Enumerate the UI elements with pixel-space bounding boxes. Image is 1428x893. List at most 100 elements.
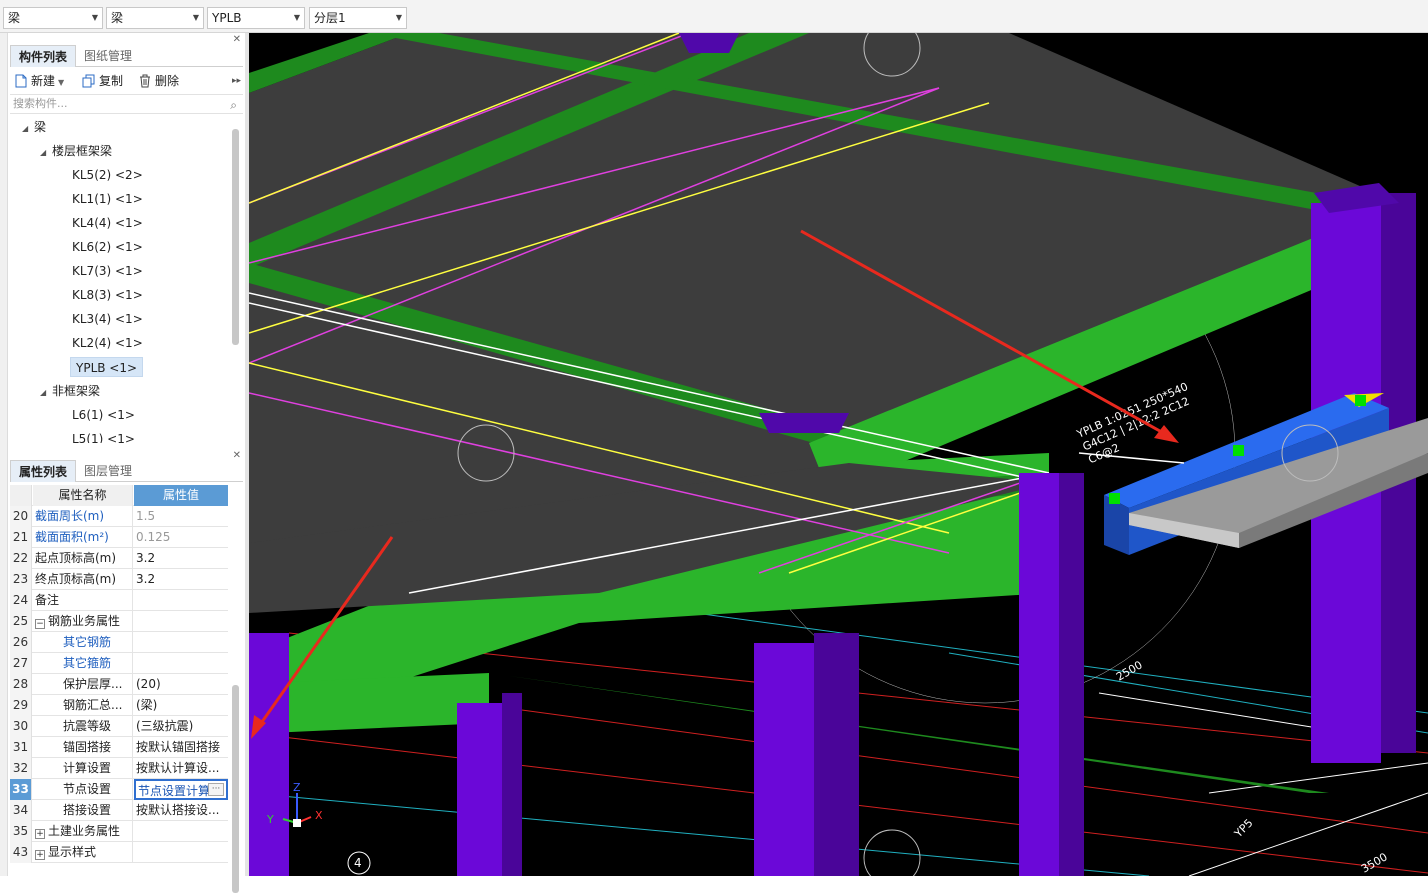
tab-component-list[interactable]: 构件列表 [10,45,77,67]
collapse-arrow-icon: ◢ [40,388,47,397]
row-number: 32 [10,758,32,779]
table-row[interactable]: 21 截面面积(m²) 0.125 [10,527,228,548]
3d-viewport[interactable]: YPLB 1:0251 250*540 G4C12 | 2|12:2 2C12 … [249,33,1428,876]
property-value [134,842,228,863]
delete-button[interactable]: 删除 [138,72,179,90]
table-row[interactable]: 32 计算设置 按默认计算设... [10,758,228,779]
close-icon[interactable]: ✕ [233,34,241,45]
copy-button[interactable]: 复制 [82,72,123,90]
table-row-selected[interactable]: 33 节点设置 节点设置计算 ··· [10,779,228,800]
expand-box-icon[interactable]: + [35,829,45,839]
tree-item[interactable]: KL1(1) <1> [72,189,143,209]
tree-item[interactable]: KL6(2) <1> [72,237,143,257]
table-row[interactable]: 29 钢筋汇总... (梁) [10,695,228,716]
row-number: 24 [10,590,32,611]
tab-property-list[interactable]: 属性列表 [10,460,77,482]
component-toolbar: 新建 ▼ 复制 删除 ▸▸ [10,69,243,93]
expand-box-icon[interactable]: + [35,850,45,860]
tree-group-frame-beam[interactable]: ◢ 楼层框架梁 [40,141,112,161]
tree-item[interactable]: KL2(4) <1> [72,333,143,353]
table-row[interactable]: 22 起点顶标高(m) 3.2 [10,548,228,569]
3d-model-canvas[interactable]: YPLB 1:0251 250*540 G4C12 | 2|12:2 2C12 … [249,33,1428,876]
tree-root-label: 梁 [34,120,47,134]
tree-item[interactable]: KL4(4) <1> [72,213,143,233]
row-number: 21 [10,527,32,548]
floor-combo-value: 梁 [8,11,21,25]
floor-select-combo[interactable]: 梁 ▼ [3,7,103,29]
table-row[interactable]: 28 保护层厚... (20) [10,674,228,695]
component-search-input[interactable]: 搜索构件... ⌕ [10,94,243,114]
property-value[interactable]: 按默认搭接设... [134,800,228,821]
table-row[interactable]: 26 其它钢筋 [10,632,228,653]
tree-item[interactable]: KL5(2) <2> [72,165,143,185]
property-value[interactable]: 按默认锚固搭接 [134,737,228,758]
property-header-row: 属性名称 属性值 [10,485,228,506]
tree-scrollbar[interactable] [232,129,239,345]
tree-item-selected[interactable]: YPLB <1> [70,357,144,377]
collapse-arrow-icon: ◢ [22,124,29,133]
new-button[interactable]: 新建 ▼ [14,72,64,90]
property-value [134,611,228,632]
property-tabs: 属性列表 图层管理 [10,460,243,482]
property-value[interactable]: 按默认计算设... [134,758,228,779]
row-number: 34 [10,800,32,821]
tree-item[interactable]: L6(1) <1> [72,405,135,425]
table-row[interactable]: 34 搭接设置 按默认搭接设... [10,800,228,821]
row-number: 28 [10,674,32,695]
ellipsis-button-icon[interactable]: ··· [208,783,224,796]
tab-drawing-management[interactable]: 图纸管理 [76,45,140,67]
tab-layer-management[interactable]: 图层管理 [76,460,140,482]
tree-item[interactable]: KL3(4) <1> [72,309,143,329]
table-row[interactable]: 30 抗震等级 (三级抗震) [10,716,228,737]
component-type-combo[interactable]: 梁 ▼ [106,7,204,29]
table-row[interactable]: 31 锚固搭接 按默认锚固搭接 [10,737,228,758]
table-row-group[interactable]: 43 + 显示样式 [10,842,228,863]
property-name: 抗震等级 [33,716,133,737]
property-name: 保护层厚... [33,674,133,695]
property-name: 锚固搭接 [33,737,133,758]
tree-group-label: 非框架梁 [52,384,101,398]
tree-item[interactable]: KL7(3) <1> [72,261,143,281]
tree-item[interactable]: KL8(3) <1> [72,285,143,305]
property-value-editor[interactable]: 节点设置计算 ··· [134,779,228,800]
property-value[interactable]: (三级抗震) [134,716,228,737]
property-value[interactable] [134,632,228,653]
type-combo-value: 梁 [111,11,124,25]
trash-icon [140,74,150,88]
property-value[interactable]: (20) [134,674,228,695]
table-row[interactable]: 27 其它箍筋 [10,653,228,674]
table-row[interactable]: 20 截面周长(m) 1.5 [10,506,228,527]
property-value[interactable]: (梁) [134,695,228,716]
row-number: 22 [10,548,32,569]
new-label: 新建 [31,74,56,88]
chevron-down-icon: ▼ [58,78,65,87]
collapse-box-icon[interactable]: − [35,619,45,629]
property-value[interactable] [134,590,228,611]
property-value[interactable]: 1.5 [134,506,228,527]
property-group-label: 显示样式 [48,845,97,859]
left-dock-strip [0,33,8,876]
property-group-name: + 显示样式 [33,842,133,863]
tree-group-nonframe-beam[interactable]: ◢ 非框架梁 [40,381,100,401]
tree-root-beam[interactable]: ◢ 梁 [22,117,46,137]
editor-text[interactable]: 节点设置计算 [138,784,210,798]
row-number: 31 [10,737,32,758]
property-scrollbar[interactable] [232,685,239,893]
layer-combo[interactable]: 分层1 ▼ [309,7,407,29]
property-value[interactable] [134,653,228,674]
property-name-header: 属性名称 [33,485,133,506]
component-name-combo[interactable]: YPLB ▼ [207,7,305,29]
row-number: 26 [10,632,32,653]
table-row-group[interactable]: 35 + 土建业务属性 [10,821,228,842]
property-value[interactable]: 3.2 [134,548,228,569]
property-value[interactable]: 0.125 [134,527,228,548]
more-arrow-icon[interactable]: ▸▸ [232,72,241,90]
row-number: 35 [10,821,32,842]
row-number: 25 [10,611,32,632]
table-row[interactable]: 24 备注 [10,590,228,611]
property-value[interactable]: 3.2 [134,569,228,590]
table-row[interactable]: 23 终点顶标高(m) 3.2 [10,569,228,590]
dimension-label: 3500 [1359,850,1390,875]
tree-item[interactable]: L5(1) <1> [72,429,135,443]
table-row-group[interactable]: 25− 钢筋业务属性 [10,611,228,632]
